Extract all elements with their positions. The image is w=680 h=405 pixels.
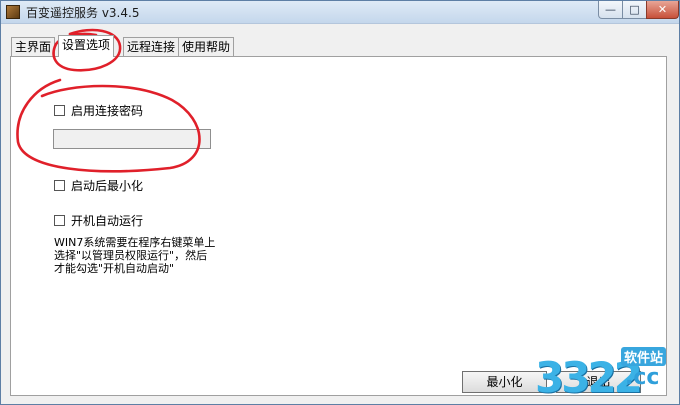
maximize-window-button[interactable]: □ <box>622 1 647 19</box>
tab-help[interactable]: 使用帮助 <box>178 37 235 56</box>
admin-note-line: WIN7系统需要在程序右键菜单上 <box>54 236 216 249</box>
maximize-icon: □ <box>629 3 640 16</box>
start-minimized-option[interactable]: 启动后最小化 <box>54 177 143 194</box>
close-icon: ✕ <box>657 3 668 16</box>
minimize-icon: — <box>605 3 616 16</box>
auto-start-label: 开机自动运行 <box>71 214 144 228</box>
app-icon <box>6 5 20 19</box>
app-window: 百变遥控服务 v3.4.5 — □ ✕ 主界面 设置选项 远程连接 使用帮助 启… <box>0 0 680 405</box>
start-minimized-label: 启动后最小化 <box>71 179 144 193</box>
admin-note-line: 选择"以管理员权限运行"，然后 <box>54 249 208 262</box>
auto-start-checkbox[interactable] <box>54 215 65 226</box>
exit-button[interactable]: 退出 <box>556 371 641 393</box>
enable-password-checkbox[interactable] <box>54 105 65 116</box>
tab-main[interactable]: 主界面 <box>11 37 56 56</box>
enable-password-label: 启用连接密码 <box>71 104 144 118</box>
close-window-button[interactable]: ✕ <box>646 1 679 19</box>
start-minimized-checkbox[interactable] <box>54 180 65 191</box>
auto-start-option[interactable]: 开机自动运行 <box>54 212 143 229</box>
password-input[interactable] <box>53 129 211 149</box>
tab-settings[interactable]: 设置选项 <box>58 35 115 57</box>
enable-password-option[interactable]: 启用连接密码 <box>54 102 143 119</box>
admin-note-line: 才能勾选"开机自动启动" <box>54 262 175 275</box>
admin-note: WIN7系统需要在程序右键菜单上 选择"以管理员权限运行"，然后 才能勾选"开机… <box>54 236 215 275</box>
tab-remote-connect[interactable]: 远程连接 <box>123 37 180 56</box>
minimize-window-button[interactable]: — <box>598 1 623 19</box>
title-bar[interactable]: 百变遥控服务 v3.4.5 — □ ✕ <box>1 1 679 24</box>
minimize-button[interactable]: 最小化 <box>462 371 547 393</box>
window-title: 百变遥控服务 v3.4.5 <box>26 6 140 20</box>
